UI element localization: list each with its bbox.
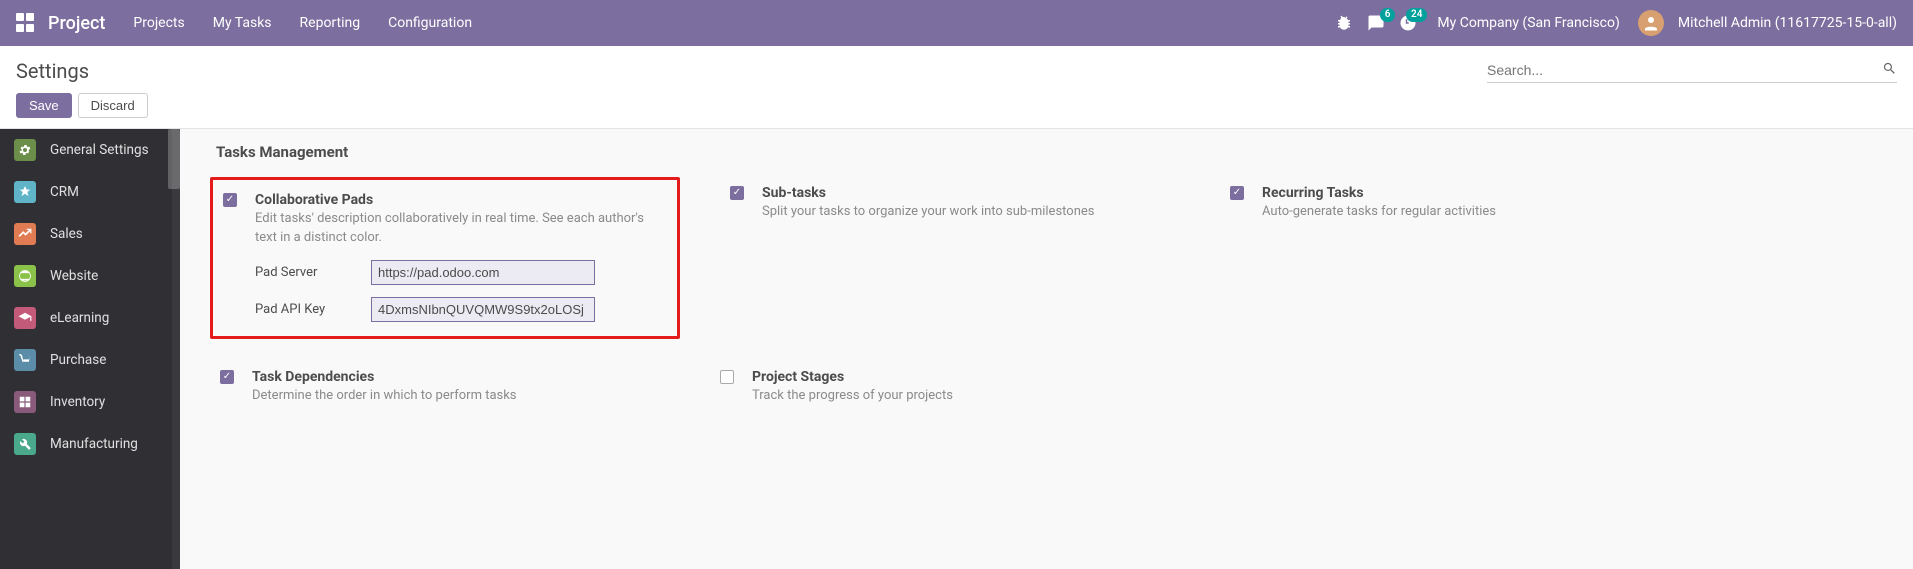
sidebar-item-general[interactable]: General Settings	[0, 129, 180, 171]
discard-button[interactable]: Discard	[78, 93, 148, 118]
pad-server-input[interactable]	[371, 260, 595, 285]
sidebar-item-sales[interactable]: Sales	[0, 213, 180, 255]
sidebar-item-crm[interactable]: CRM	[0, 171, 180, 213]
boxes-icon	[14, 391, 36, 413]
sidebar-item-website[interactable]: Website	[0, 255, 180, 297]
chart-icon	[14, 223, 36, 245]
search-box[interactable]	[1487, 58, 1897, 83]
menu-projects[interactable]: Projects	[133, 15, 184, 31]
checkbox-recurring[interactable]	[1230, 186, 1244, 200]
search-icon[interactable]	[1882, 61, 1897, 80]
setting-project-stages: Project Stages Track the progress of you…	[710, 361, 1170, 414]
bug-icon[interactable]	[1335, 14, 1353, 32]
section-title: Tasks Management	[216, 143, 1883, 161]
pad-server-label: Pad Server	[255, 265, 341, 280]
apps-icon[interactable]	[16, 13, 36, 33]
menu-my-tasks[interactable]: My Tasks	[213, 15, 272, 31]
sidebar-item-manufacturing[interactable]: Manufacturing	[0, 423, 180, 465]
chat-badge: 6	[1380, 8, 1396, 22]
gear-icon	[14, 139, 36, 161]
user-menu[interactable]: Mitchell Admin (11617725-15-0-all)	[1678, 15, 1897, 31]
menu-reporting[interactable]: Reporting	[300, 15, 361, 31]
pad-apikey-label: Pad API Key	[255, 302, 341, 317]
cart-icon	[14, 349, 36, 371]
settings-content: Tasks Management Collaborative Pads Edit…	[180, 129, 1913, 569]
top-nav: Project Projects My Tasks Reporting Conf…	[0, 0, 1913, 46]
chat-icon[interactable]: 6	[1367, 14, 1385, 32]
page-title: Settings	[16, 59, 89, 83]
sidebar-item-label: Sales	[50, 226, 83, 242]
sidebar-item-label: Purchase	[50, 352, 106, 368]
graduation-icon	[14, 307, 36, 329]
menu-configuration[interactable]: Configuration	[388, 15, 472, 31]
pad-apikey-input[interactable]	[371, 297, 595, 322]
company-switcher[interactable]: My Company (San Francisco)	[1437, 15, 1619, 31]
top-menu: Projects My Tasks Reporting Configuratio…	[133, 15, 472, 31]
checkbox-pads[interactable]	[223, 193, 237, 207]
search-input[interactable]	[1487, 58, 1882, 82]
checkbox-deps[interactable]	[220, 370, 234, 384]
setting-desc: Determine the order in which to perform …	[252, 387, 660, 406]
setting-recurring: Recurring Tasks Auto-generate tasks for …	[1220, 177, 1680, 339]
sidebar-item-elearning[interactable]: eLearning	[0, 297, 180, 339]
setting-label: Sub-tasks	[762, 185, 1170, 201]
sidebar-item-label: eLearning	[50, 310, 109, 326]
activity-badge: 24	[1406, 8, 1427, 22]
setting-label: Recurring Tasks	[1262, 185, 1670, 201]
setting-desc: Split your tasks to organize your work i…	[762, 203, 1170, 222]
setting-desc: Auto-generate tasks for regular activiti…	[1262, 203, 1670, 222]
setting-label: Project Stages	[752, 369, 1160, 385]
sidebar-item-label: CRM	[50, 184, 79, 200]
setting-label: Collaborative Pads	[255, 192, 667, 208]
setting-desc: Edit tasks' description collaboratively …	[255, 210, 667, 248]
control-panel: Settings Save Discard	[0, 46, 1913, 129]
setting-label: Task Dependencies	[252, 369, 660, 385]
sidebar-item-inventory[interactable]: Inventory	[0, 381, 180, 423]
globe-icon	[14, 265, 36, 287]
setting-collaborative-pads: Collaborative Pads Edit tasks' descripti…	[210, 177, 680, 339]
avatar[interactable]	[1638, 10, 1664, 36]
save-button[interactable]: Save	[16, 93, 72, 118]
checkbox-subtasks[interactable]	[730, 186, 744, 200]
sidebar-item-label: Manufacturing	[50, 436, 138, 452]
setting-desc: Track the progress of your projects	[752, 387, 1160, 406]
sidebar-item-label: General Settings	[50, 142, 149, 158]
settings-sidebar: General Settings CRM Sales Website eLear…	[0, 129, 180, 569]
setting-dependencies: Task Dependencies Determine the order in…	[210, 361, 670, 414]
app-brand[interactable]: Project	[48, 13, 105, 34]
sidebar-item-purchase[interactable]: Purchase	[0, 339, 180, 381]
setting-subtasks: Sub-tasks Split your tasks to organize y…	[720, 177, 1180, 339]
activity-icon[interactable]: 24	[1399, 14, 1417, 32]
handshake-icon	[14, 181, 36, 203]
sidebar-scrollbar[interactable]	[168, 129, 180, 189]
wrench-icon	[14, 433, 36, 455]
sidebar-item-label: Website	[50, 268, 98, 284]
checkbox-stages[interactable]	[720, 370, 734, 384]
sidebar-item-label: Inventory	[50, 394, 105, 410]
